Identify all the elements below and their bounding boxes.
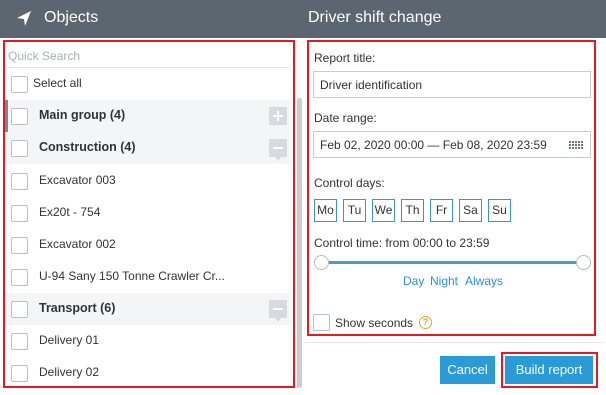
- header-bar: Objects Driver shift change: [0, 0, 606, 38]
- list-item[interactable]: Excavator 003: [5, 165, 290, 197]
- calendar-icon[interactable]: [569, 141, 583, 150]
- object-label: U-94 Sany 150 Tonne Crawler Cr...: [39, 269, 225, 283]
- group-row-main[interactable]: Main group (4): [5, 100, 290, 132]
- quick-search-input[interactable]: [8, 48, 288, 64]
- day-link[interactable]: Day: [403, 274, 424, 288]
- list-item[interactable]: Delivery 01: [5, 325, 290, 357]
- object-checkbox[interactable]: [11, 205, 28, 222]
- pointer-triangle: [275, 318, 281, 322]
- control-days-label: Control days:: [314, 176, 385, 190]
- group-label: Construction (4): [39, 140, 136, 154]
- day-toggle-th[interactable]: Th: [401, 199, 424, 222]
- group-checkbox[interactable]: [11, 140, 28, 157]
- day-toggle-tu[interactable]: Tu: [343, 199, 366, 222]
- show-seconds-label: Show seconds: [335, 316, 414, 330]
- collapse-group-button[interactable]: [269, 300, 287, 322]
- group-checkbox[interactable]: [11, 301, 28, 318]
- time-slider-track[interactable]: [321, 261, 584, 264]
- list-item[interactable]: Ex20t - 754: [5, 197, 290, 229]
- time-slider-start-handle[interactable]: [314, 255, 329, 270]
- time-slider-end-handle[interactable]: [576, 255, 591, 270]
- list-item[interactable]: Delivery 02: [5, 357, 290, 389]
- day-toggle-su[interactable]: Su: [488, 199, 511, 222]
- night-link[interactable]: Night: [430, 274, 458, 288]
- list-item[interactable]: Excavator 002: [5, 229, 290, 261]
- show-seconds-checkbox[interactable]: [313, 314, 330, 331]
- day-toggle-fr[interactable]: Fr: [430, 199, 453, 222]
- build-report-button[interactable]: Build report: [505, 356, 593, 384]
- object-label: Excavator 002: [39, 237, 116, 251]
- always-link[interactable]: Always: [465, 274, 503, 288]
- group-label: Transport (6): [39, 301, 116, 315]
- object-checkbox[interactable]: [11, 173, 28, 190]
- list-item[interactable]: U-94 Sany 150 Tonne Crawler Cr...: [5, 261, 290, 293]
- scrollbar[interactable]: [297, 98, 302, 388]
- select-all-label: Select all: [33, 76, 82, 90]
- navigation-arrow-icon: [17, 11, 31, 26]
- day-toggle-sa[interactable]: Sa: [459, 199, 482, 222]
- group-label: Main group (4): [39, 108, 126, 122]
- report-title-field[interactable]: Driver identification: [313, 71, 591, 98]
- group-checkbox[interactable]: [11, 108, 28, 125]
- object-checkbox[interactable]: [11, 365, 28, 382]
- group-row-transport[interactable]: Transport (6): [5, 293, 290, 325]
- minus-icon: [273, 147, 283, 149]
- date-range-label: Date range:: [314, 111, 377, 125]
- pointer-triangle: [275, 157, 281, 161]
- minus-icon: [273, 308, 283, 310]
- select-all-row[interactable]: Select all: [5, 68, 290, 100]
- object-checkbox[interactable]: [11, 333, 28, 350]
- date-range-field[interactable]: Feb 02, 2020 00:00 — Feb 08, 2020 23:59: [313, 131, 591, 158]
- control-time-label: Control time: from 00:00 to 23:59: [314, 236, 490, 250]
- collapse-group-button[interactable]: [269, 139, 287, 161]
- plus-icon-vertical: [277, 111, 279, 121]
- objects-title: Objects: [44, 9, 99, 26]
- day-toggle-we[interactable]: We: [372, 199, 395, 222]
- report-dialog-title: Driver shift change: [308, 9, 442, 26]
- cancel-button[interactable]: Cancel: [440, 356, 495, 384]
- group-row-construction[interactable]: Construction (4): [5, 132, 290, 164]
- object-label: Ex20t - 754: [39, 205, 101, 219]
- day-toggle-mo[interactable]: Mo: [314, 199, 337, 222]
- select-all-checkbox[interactable]: [11, 76, 28, 93]
- divider: [304, 342, 604, 343]
- group-accent: [5, 100, 8, 132]
- object-label: Delivery 01: [39, 333, 100, 347]
- expand-group-button[interactable]: [269, 107, 287, 125]
- object-label: Delivery 02: [39, 365, 100, 379]
- report-title-label: Report title:: [314, 51, 376, 65]
- object-label: Excavator 003: [39, 173, 116, 187]
- date-range-value: Feb 02, 2020 00:00 — Feb 08, 2020 23:59: [320, 138, 547, 152]
- object-checkbox[interactable]: [11, 269, 28, 286]
- help-icon[interactable]: ?: [419, 316, 432, 329]
- object-checkbox[interactable]: [11, 237, 28, 254]
